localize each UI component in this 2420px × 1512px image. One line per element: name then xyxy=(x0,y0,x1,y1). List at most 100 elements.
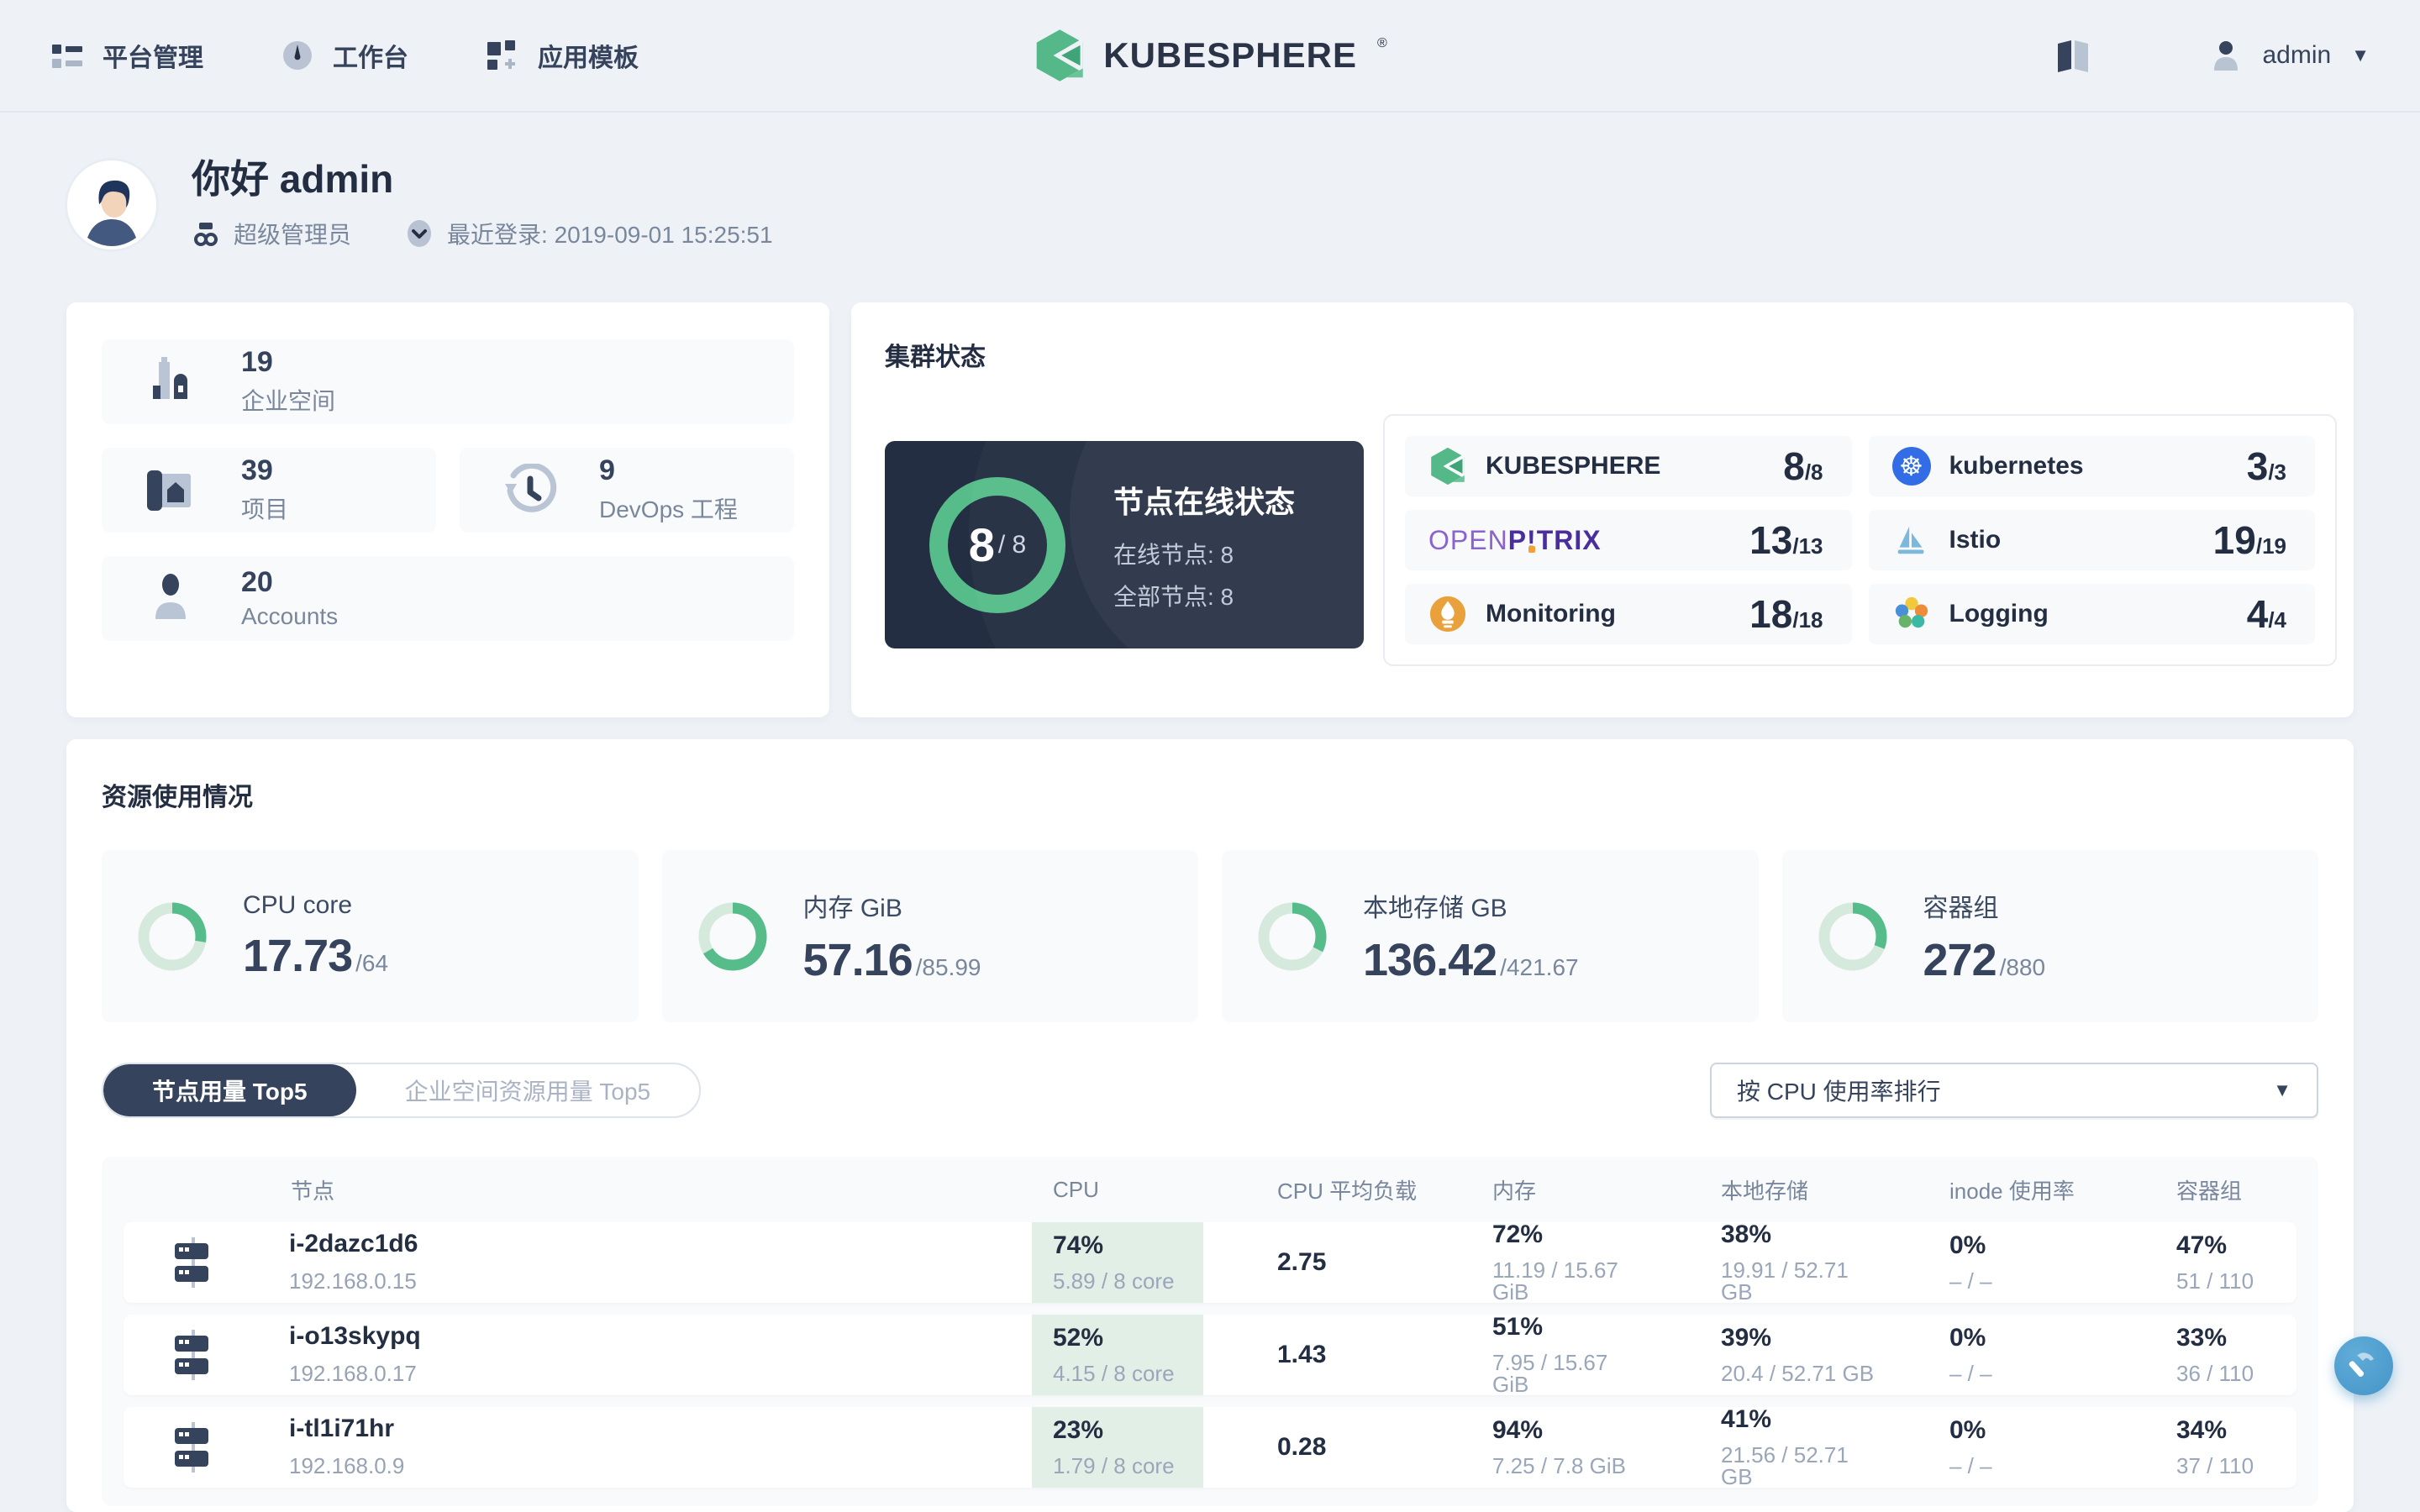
openpitrix-logo-p: P xyxy=(1507,524,1528,555)
workspaces-stat-tile[interactable]: 19 企业空间 xyxy=(102,339,794,424)
istio-sail-icon xyxy=(1892,521,1931,559)
overview-row-3: 20 Accounts xyxy=(102,556,794,641)
pods-percent: 33% xyxy=(2176,1324,2228,1352)
workspaces-label: 企业空间 xyxy=(241,388,336,415)
kubesphere-mini-logo-icon xyxy=(1428,447,1467,486)
nodes-online-count: 8 xyxy=(968,518,995,571)
node-status-heading: 节点在线状态 xyxy=(1113,484,1296,519)
component-total: /3 xyxy=(2268,459,2286,485)
prometheus-torch-icon xyxy=(1428,595,1467,633)
role-label: 超级管理员 xyxy=(234,222,352,248)
nav-left: 平台管理 工作台 应用模板 xyxy=(50,37,639,74)
cpu-value: 17.73 xyxy=(243,930,353,981)
devops-stat-tile[interactable]: 9 DevOps 工程 xyxy=(460,448,794,533)
component-name: KUBESPHERE xyxy=(1486,452,1661,480)
table-row[interactable]: i-o13skypq 192.168.0.17 52% 4.15 / 8 cor… xyxy=(124,1315,2296,1395)
cluster-status-title: 集群状态 xyxy=(885,344,986,371)
memory-value: 57.16 xyxy=(802,934,913,985)
pods-usage-card: 容器组 272/880 xyxy=(1781,850,2318,1022)
projects-stat-tile[interactable]: 39 项目 xyxy=(102,448,436,533)
memory-detail: 7.95 / 15.67 GiB xyxy=(1492,1350,1608,1395)
component-total: /13 xyxy=(1792,533,1823,559)
inode-percent: 0% xyxy=(1949,1416,1986,1444)
user-avatar-icon xyxy=(2209,39,2243,72)
logo-wordmark: KUBESPHERE xyxy=(1103,35,1357,75)
storage-usage-ring xyxy=(1258,902,1327,970)
cpu-usage-card: CPU core 17.73/64 xyxy=(102,850,639,1022)
table-header: 节点 CPU CPU 平均负载 内存 本地存储 inode 使用率 容器组 xyxy=(102,1157,2318,1222)
toolbox-floating-button[interactable] xyxy=(2334,1336,2393,1395)
cpu-detail: 1.79 / 8 core xyxy=(1053,1453,1175,1478)
cpu-cell: 74% 5.89 / 8 core xyxy=(1032,1222,1203,1303)
storage-percent: 38% xyxy=(1721,1222,1772,1248)
component-left: KUBESPHERE xyxy=(1428,447,1660,486)
node-donut-label: 8 / 8 xyxy=(929,476,1066,614)
last-login: 最近登录: 2019-09-01 15:25:51 xyxy=(405,217,773,250)
node-identity: i-2dazc1d6 192.168.0.15 xyxy=(289,1231,418,1294)
pods-value: 272 xyxy=(1923,934,1997,985)
component-logging[interactable]: Logging 4/4 xyxy=(1868,584,2315,644)
component-monitoring[interactable]: Monitoring 18/18 xyxy=(1405,584,1852,644)
storage-cell: 39% 20.4 / 52.71 GB xyxy=(1647,1326,1876,1385)
nav-label: 应用模板 xyxy=(538,45,639,72)
stat-text: CPU core 17.73/64 xyxy=(243,891,388,982)
memory-percent: 51% xyxy=(1492,1315,1544,1341)
user-menu[interactable]: admin ▼ xyxy=(2209,39,2370,72)
component-total: /8 xyxy=(1804,459,1823,485)
pods-detail: 37 / 110 xyxy=(2176,1453,2254,1478)
workspace-buildings-icon xyxy=(140,350,204,414)
component-count: 19 xyxy=(2212,518,2256,562)
table-row[interactable]: i-tl1i71hr 192.168.0.9 23% 1.79 / 8 core… xyxy=(124,1407,2296,1488)
cpu-label: CPU core xyxy=(243,890,353,919)
tab-node-usage-top5[interactable]: 节点用量 Top5 xyxy=(103,1064,356,1116)
pods-label: 容器组 xyxy=(1923,894,1999,922)
component-kubesphere[interactable]: KUBESPHERE 8/8 xyxy=(1405,436,1852,496)
cpu-detail: 4.15 / 8 core xyxy=(1053,1361,1175,1386)
table-row[interactable]: i-2dazc1d6 192.168.0.15 74% 5.89 / 8 cor… xyxy=(124,1222,2296,1303)
last-login-label: 最近登录: 2019-09-01 15:25:51 xyxy=(447,222,773,248)
nav-item-app-templates[interactable]: 应用模板 xyxy=(486,37,639,74)
node-online-status-card: 8 / 8 节点在线状态 在线节点: 8 全部节点: 8 xyxy=(885,441,1364,648)
nav-item-platform-management[interactable]: 平台管理 xyxy=(50,37,203,74)
load-cell: 1.43 xyxy=(1277,1341,1327,1368)
kubesphere-logo[interactable]: KUBESPHERE ® xyxy=(1033,29,1387,82)
nav-item-workbench[interactable]: 工作台 xyxy=(281,37,408,74)
inode-detail: – / – xyxy=(1949,1268,1992,1294)
tile-text: 39 项目 xyxy=(241,454,288,525)
chevron-down-icon: ▼ xyxy=(2351,45,2370,66)
nodes-online-line: 在线节点: 8 xyxy=(1113,541,1234,568)
cpu-usage-ring xyxy=(138,902,207,970)
kubesphere-dashboard: 平台管理 工作台 应用模板 KUBESPHERE ® admin ▼ 你好 ad… xyxy=(0,0,2420,1512)
devops-history-icon xyxy=(498,459,562,522)
component-total: /18 xyxy=(1792,607,1823,633)
memory-usage-ring xyxy=(698,902,766,970)
component-value: 19/19 xyxy=(2213,517,2286,563)
component-name: Monitoring xyxy=(1486,600,1616,627)
nodes-total-line: 全部节点: 8 xyxy=(1113,583,1234,610)
pods-cell: 47% 51 / 110 xyxy=(2102,1231,2296,1294)
documentation-book-icon[interactable] xyxy=(2054,37,2091,74)
component-name: Istio xyxy=(1949,526,2002,554)
col-header-cpu: CPU xyxy=(1053,1176,1099,1202)
component-kubernetes[interactable]: ☸ kubernetes 3/3 xyxy=(1868,436,2315,496)
storage-detail: 19.91 / 52.71 GB xyxy=(1721,1257,1849,1303)
col-header-inode: inode 使用率 xyxy=(1949,1178,2075,1204)
inode-cell: 0% – / – xyxy=(1876,1326,2102,1385)
login-check-icon xyxy=(405,219,434,248)
projects-count: 39 xyxy=(241,454,273,486)
sort-by-select[interactable]: 按 CPU 使用率排行 ▼ xyxy=(1710,1063,2318,1118)
logo-registered-mark: ® xyxy=(1376,36,1387,50)
accounts-stat-tile[interactable]: 20 Accounts xyxy=(102,556,794,641)
platform-list-icon xyxy=(50,39,84,72)
component-istio[interactable]: Istio 19/19 xyxy=(1868,510,2315,570)
memory-label: 内存 GiB xyxy=(802,894,902,922)
tile-text: 20 Accounts xyxy=(241,566,338,630)
col-header-memory: 内存 xyxy=(1492,1178,1537,1204)
pods-percent: 47% xyxy=(2176,1231,2228,1259)
component-openpitrix[interactable]: OPENP!TRIX 13/13 xyxy=(1405,510,1852,570)
cpu-total: /64 xyxy=(355,949,389,976)
devops-label: DevOps 工程 xyxy=(599,496,738,523)
tab-workspace-usage-top5[interactable]: 企业空间资源用量 Top5 xyxy=(356,1064,699,1116)
component-left: Logging xyxy=(1892,595,2049,633)
pods-detail: 51 / 110 xyxy=(2176,1268,2254,1294)
